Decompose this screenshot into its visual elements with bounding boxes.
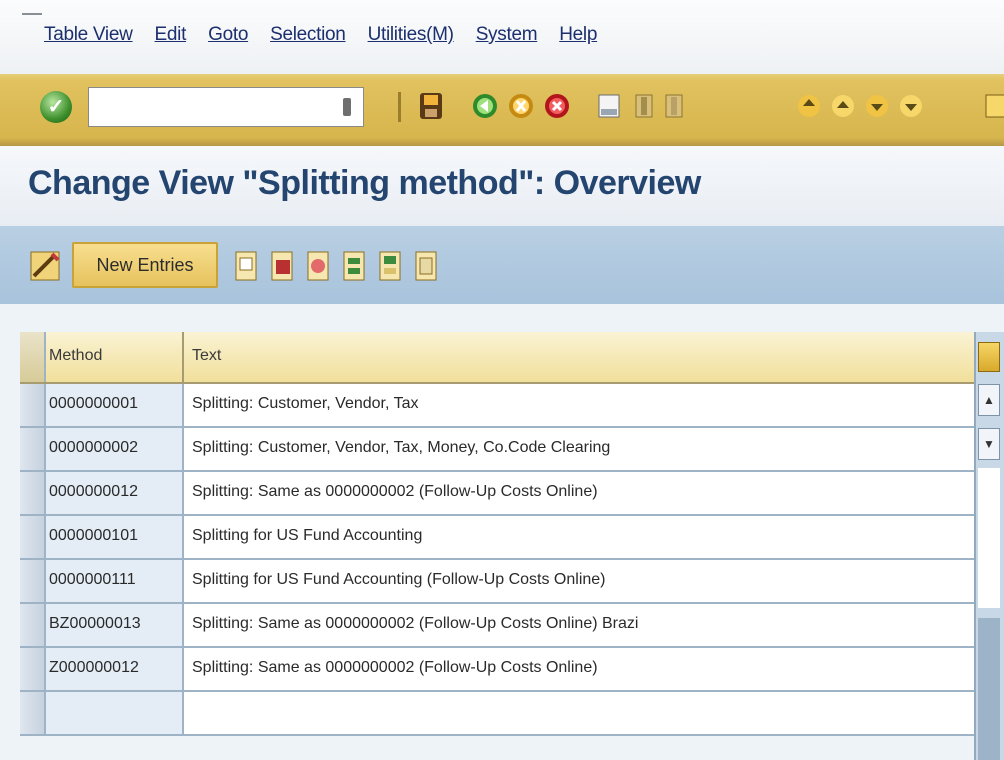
method-cell: 0000000001 — [46, 384, 184, 426]
new-entries-button[interactable]: New Entries — [72, 242, 218, 288]
row-selector[interactable] — [20, 604, 46, 646]
column-header-text[interactable]: Text — [186, 332, 972, 382]
delete-icon[interactable] — [268, 246, 296, 286]
scroll-down-icon[interactable]: ▼ — [978, 428, 1000, 460]
method-cell: 0000000111 — [46, 560, 184, 602]
method-cell-empty — [46, 692, 184, 734]
cancel-icon[interactable] — [542, 87, 572, 125]
standard-toolbar: ✓ — [0, 74, 1004, 146]
copy-as-icon[interactable] — [232, 246, 260, 286]
menu-system[interactable]: System — [476, 24, 538, 46]
row-selector[interactable] — [20, 428, 46, 470]
scroll-up-icon[interactable]: ▲ — [978, 384, 1000, 416]
row-selector[interactable] — [20, 516, 46, 558]
table-row[interactable]: Z000000012 Splitting: Same as 0000000002… — [20, 648, 974, 692]
text-cell: Splitting: Same as 0000000002 (Follow-Up… — [192, 483, 598, 500]
text-cell: Splitting: Customer, Vendor, Tax — [192, 395, 419, 412]
menu-goto[interactable]: Goto — [208, 24, 248, 46]
table-row[interactable]: 0000000111 Splitting for US Fund Account… — [20, 560, 974, 604]
table-header: Method Text — [20, 332, 974, 384]
select-block-icon[interactable] — [376, 246, 404, 286]
command-field[interactable] — [88, 87, 364, 127]
method-cell: 0000000101 — [46, 516, 184, 558]
find-icon[interactable] — [630, 87, 660, 125]
save-icon[interactable] — [416, 87, 446, 125]
toolbar-separator — [398, 92, 401, 122]
method-cell: BZ00000013 — [46, 604, 184, 646]
table-row[interactable]: 0000000001 Splitting: Customer, Vendor, … — [20, 384, 974, 428]
menu-grip-icon — [22, 13, 42, 15]
scrollbar-thumb[interactable] — [978, 618, 1000, 760]
back-icon[interactable] — [470, 87, 500, 125]
text-cell-empty — [186, 692, 972, 734]
menu-selection[interactable]: Selection — [270, 24, 346, 46]
text-cell: Splitting: Customer, Vendor, Tax, Money,… — [192, 439, 611, 456]
table-row[interactable]: 0000000012 Splitting: Same as 0000000002… — [20, 472, 974, 516]
table-row[interactable]: 0000000101 Splitting for US Fund Account… — [20, 516, 974, 560]
table-settings-icon[interactable] — [978, 342, 1000, 372]
text-cell: Splitting: Same as 0000000002 (Follow-Up… — [192, 615, 639, 632]
row-selector[interactable] — [20, 384, 46, 426]
column-header-method[interactable]: Method — [46, 332, 184, 382]
table-row-empty[interactable] — [20, 692, 974, 736]
splitting-methods-table: Method Text 0000000001 Splitting: Custom… — [20, 332, 1004, 760]
menu-edit[interactable]: Edit — [155, 24, 187, 46]
method-cell: 0000000012 — [46, 472, 184, 514]
undo-change-icon[interactable] — [304, 246, 332, 286]
menu-table-view[interactable]: Table View — [44, 24, 133, 46]
next-page-icon[interactable] — [862, 87, 892, 125]
page-title: Change View "Splitting method": Overview — [28, 164, 701, 202]
first-page-icon[interactable] — [794, 87, 824, 125]
row-selector[interactable] — [20, 560, 46, 602]
deselect-all-icon[interactable] — [412, 246, 440, 286]
row-selector[interactable] — [20, 692, 46, 734]
new-session-icon[interactable] — [980, 87, 1004, 125]
print-icon[interactable] — [594, 87, 624, 125]
select-all-cell[interactable] — [20, 332, 46, 382]
row-selector[interactable] — [20, 472, 46, 514]
menu-bar: Table View Edit Goto Selection Utilities… — [0, 0, 1004, 74]
scrollbar-track[interactable] — [978, 468, 1000, 608]
last-page-icon[interactable] — [896, 87, 926, 125]
menu-help[interactable]: Help — [559, 24, 597, 46]
text-cell: Splitting: Same as 0000000002 (Follow-Up… — [192, 659, 598, 676]
method-cell: 0000000002 — [46, 428, 184, 470]
table-row[interactable]: 0000000002 Splitting: Customer, Vendor, … — [20, 428, 974, 472]
menu-utilities[interactable]: Utilities(M) — [368, 24, 454, 46]
text-cell: Splitting for US Fund Accounting (Follow… — [192, 571, 606, 588]
text-cell: Splitting for US Fund Accounting — [192, 527, 423, 544]
vertical-scrollbar[interactable]: ▲ ▼ — [974, 332, 1004, 760]
exit-icon[interactable] — [506, 87, 536, 125]
row-selector[interactable] — [20, 648, 46, 690]
display-change-icon[interactable] — [28, 246, 62, 286]
menu-items: Table View Edit Goto Selection Utilities… — [44, 24, 619, 46]
select-all-icon[interactable] — [340, 246, 368, 286]
previous-page-icon[interactable] — [828, 87, 858, 125]
enter-check-icon[interactable]: ✓ — [40, 91, 72, 123]
find-next-icon[interactable] — [660, 87, 690, 125]
table-row[interactable]: BZ00000013 Splitting: Same as 0000000002… — [20, 604, 974, 648]
method-cell: Z000000012 — [46, 648, 184, 690]
command-history-icon[interactable] — [343, 98, 351, 116]
